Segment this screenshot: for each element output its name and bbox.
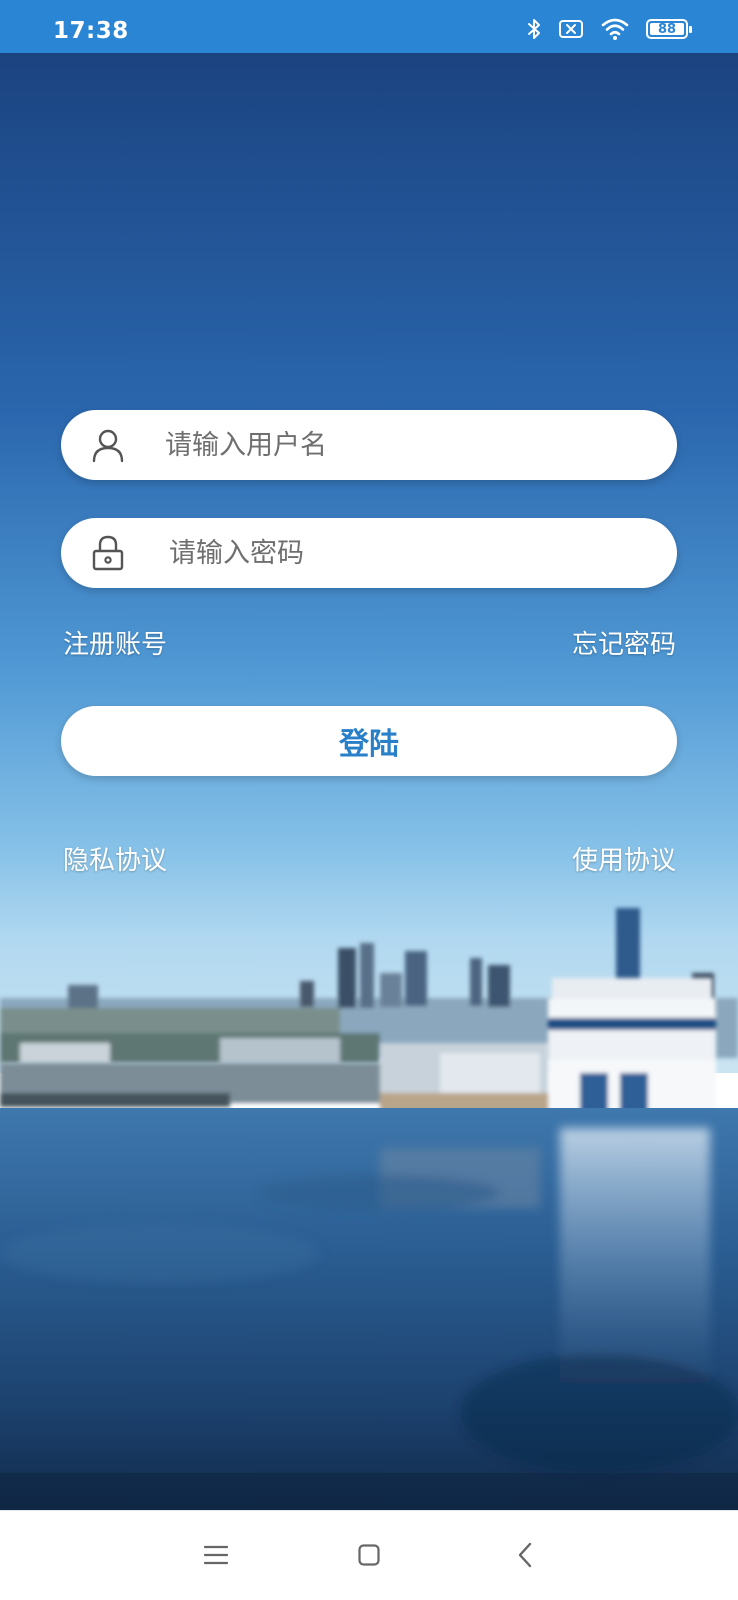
lock-icon: [89, 534, 127, 572]
user-icon: [89, 426, 127, 464]
status-time: 17:38: [53, 18, 129, 44]
home-icon[interactable]: [347, 1533, 391, 1577]
terms-of-use-link[interactable]: 使用协议: [572, 840, 676, 877]
battery-level: 88: [657, 21, 677, 37]
privacy-policy-link[interactable]: 隐私协议: [63, 840, 167, 877]
status-bar: 17:38 88: [0, 0, 738, 53]
menu-icon[interactable]: [194, 1533, 238, 1577]
login-button[interactable]: 登陆: [61, 706, 677, 776]
password-input[interactable]: [167, 518, 649, 588]
forgot-password-link[interactable]: 忘记密码: [572, 624, 676, 661]
back-icon[interactable]: [503, 1533, 547, 1577]
bluetooth-icon: [526, 17, 542, 41]
background-image: [0, 53, 738, 1510]
username-input[interactable]: [163, 410, 645, 480]
login-screen: 17:38 88 请输入用户名 注册账号 忘记密码 登陆 隐私协议 使用协议: [0, 0, 738, 1600]
battery-icon: 88: [646, 19, 692, 39]
username-field[interactable]: [61, 410, 677, 480]
register-link[interactable]: 注册账号: [63, 624, 167, 661]
password-field[interactable]: [61, 518, 677, 588]
status-icons: 88: [526, 16, 692, 42]
wifi-icon: [600, 17, 630, 41]
no-sim-icon: [558, 18, 584, 40]
system-nav-bar: [0, 1510, 738, 1600]
